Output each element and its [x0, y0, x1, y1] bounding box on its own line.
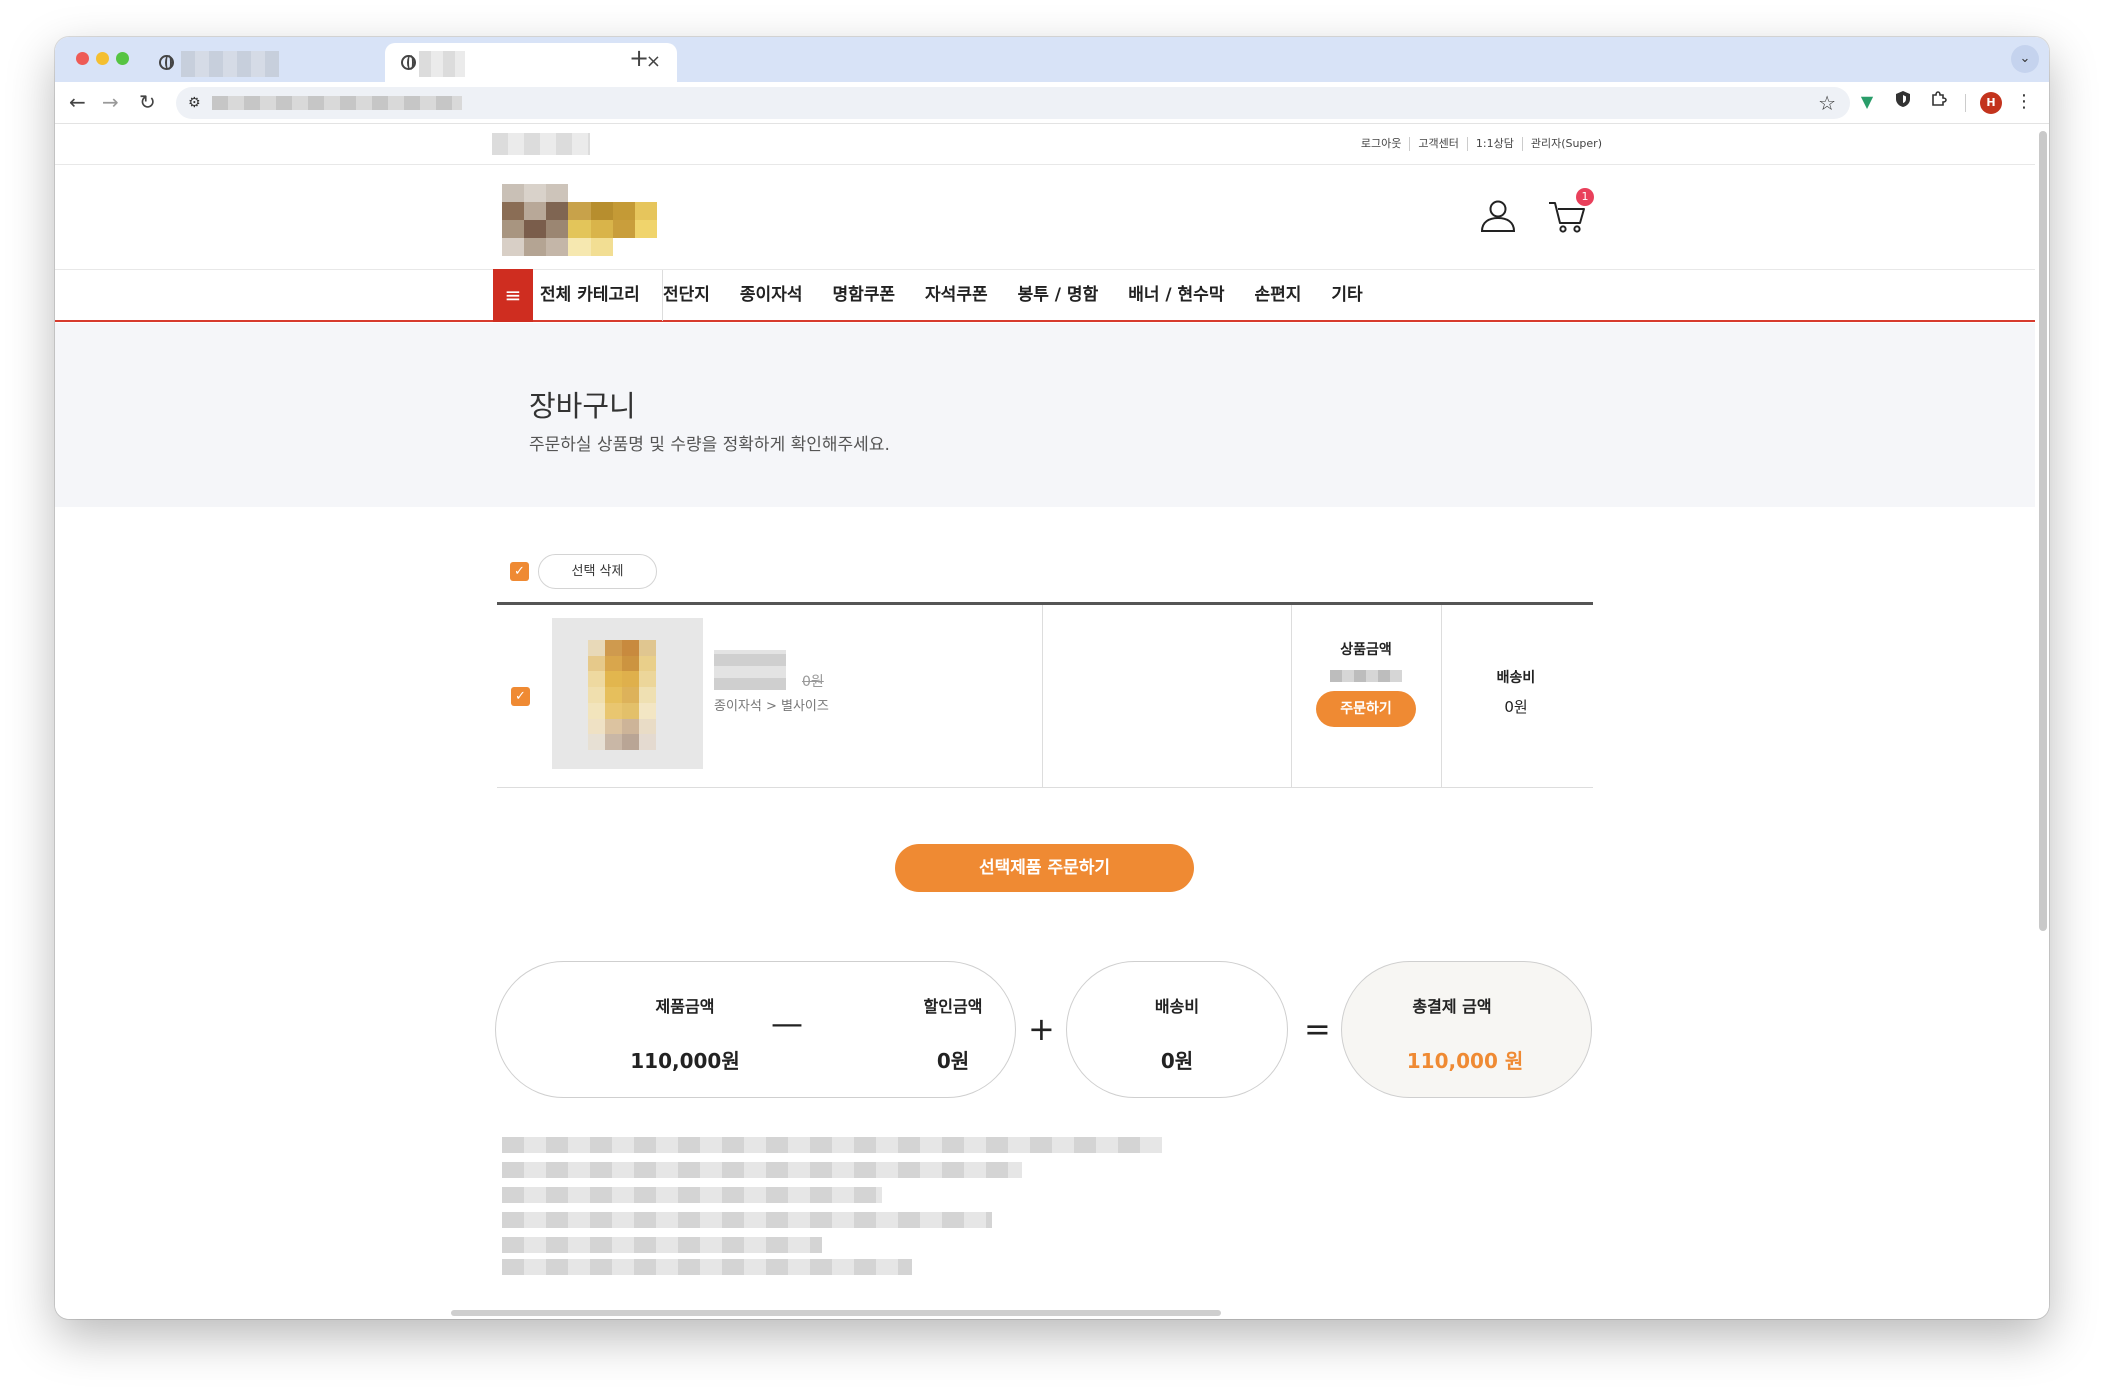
column-divider	[1291, 605, 1292, 788]
minimize-window-button[interactable]	[96, 52, 109, 65]
nav-item-flyer[interactable]: 전단지	[663, 270, 710, 320]
item-price-redacted	[1330, 670, 1402, 682]
vertical-scrollbar[interactable]	[2039, 131, 2047, 931]
total-value: 110,000 원	[1406, 1049, 1524, 1073]
equals-sign: =	[1304, 1010, 1331, 1048]
close-window-button[interactable]	[76, 52, 89, 65]
nav-item-handwritten-letter[interactable]: 손편지	[1254, 270, 1301, 320]
total-pill	[1341, 961, 1592, 1098]
site-info-icon[interactable]: ⚙	[188, 93, 201, 113]
order-selected-button[interactable]: 선택제품 주문하기	[895, 844, 1194, 892]
tab-title-redacted	[419, 51, 465, 77]
shipping-label: 배송비	[1154, 997, 1200, 1016]
zoom-window-button[interactable]	[116, 52, 129, 65]
address-bar[interactable]: ⚙ ☆	[176, 87, 1850, 119]
nav-item-paper-magnet[interactable]: 종이자석	[740, 270, 803, 320]
tab-strip: × × + ⌄	[55, 37, 2049, 82]
plus-sign: +	[1028, 1010, 1055, 1048]
globe-icon	[401, 55, 416, 70]
page-hero: 장바구니 주문하실 상품명 및 수량을 정확하게 확인해주세요.	[55, 323, 2035, 507]
nav-item-banner[interactable]: 배너 / 현수막	[1128, 270, 1224, 320]
select-all-checkbox[interactable]: ✓	[510, 562, 529, 581]
profile-avatar[interactable]: H	[1980, 92, 2002, 114]
new-tab-button[interactable]: +	[629, 43, 649, 73]
back-arrow-icon[interactable]: ←	[69, 88, 86, 116]
tab-title-redacted	[181, 51, 279, 77]
main-navigation: ≡ 전체 카테고리 전단지 종이자석 명함쿠폰 자석쿠폰 봉투 / 명함 배너 …	[55, 269, 2035, 322]
minus-sign: —	[771, 1004, 803, 1042]
product-original-price: 0원	[802, 674, 824, 690]
nav-item-magnet-coupon[interactable]: 자석쿠폰	[925, 270, 988, 320]
page-subtitle: 주문하실 상품명 및 수량을 정확하게 확인해주세요.	[529, 435, 890, 455]
user-account-icon[interactable]	[1479, 197, 1517, 235]
admin-link[interactable]: 관리자(Super)	[1521, 137, 1610, 151]
hamburger-menu-icon[interactable]: ≡	[493, 269, 533, 322]
browser-window: × × + ⌄ ← → ↻ ⚙ ☆ ▼ H ⋮	[55, 37, 2049, 1319]
amount-pill	[495, 961, 1016, 1098]
delete-selected-button[interactable]: 선택 삭제	[538, 554, 657, 589]
cart-count-badge: 1	[1576, 188, 1594, 206]
customer-center-link[interactable]: 고객센터	[1409, 137, 1466, 151]
reload-icon[interactable]: ↻	[139, 88, 156, 116]
nav-item-etc[interactable]: 기타	[1331, 270, 1362, 320]
item-shipping-header: 배송비	[1496, 670, 1536, 686]
nav-items: 전단지 종이자석 명함쿠폰 자석쿠폰 봉투 / 명함 배너 / 현수막 손편지 …	[663, 270, 1393, 320]
site-header: 1	[55, 165, 2035, 269]
product-image-redacted	[588, 640, 656, 750]
top-logo-redacted	[492, 133, 590, 155]
discount-value: 0원	[936, 1049, 970, 1073]
product-thumbnail[interactable]	[552, 618, 703, 769]
product-amount-value: 110,000원	[630, 1049, 740, 1073]
site-logo[interactable]	[502, 184, 657, 256]
cart-item-checkbox[interactable]: ✓	[511, 687, 530, 706]
order-item-button[interactable]: 주문하기	[1316, 691, 1416, 727]
vue-devtools-extension-icon[interactable]: ▼	[1855, 90, 1879, 114]
utility-bar: 로그아웃 고객센터 1:1상담 관리자(Super)	[55, 125, 2035, 165]
shipping-value: 0원	[1160, 1049, 1194, 1073]
tab-search-button[interactable]: ⌄	[2011, 45, 2039, 73]
product-amount-label: 제품금액	[655, 997, 715, 1016]
discount-label: 할인금액	[923, 997, 983, 1016]
page-title: 장바구니	[529, 389, 636, 423]
item-price-header: 상품금액	[1340, 642, 1392, 658]
nav-item-card-coupon[interactable]: 명함쿠폰	[832, 270, 895, 320]
horizontal-scrollbar[interactable]	[451, 1310, 1221, 1316]
logout-link[interactable]: 로그아웃	[1353, 137, 1409, 151]
product-category-path: 종이자석 > 별사이즈	[714, 699, 829, 714]
forward-arrow-icon[interactable]: →	[102, 88, 119, 116]
column-divider	[1042, 605, 1043, 788]
globe-icon	[159, 55, 174, 70]
cart-section: ✓ 선택 삭제 ✓ 0원 종이자석 > 별사이즈 상품금액 주문하기 배송비 0…	[55, 507, 2035, 1319]
product-name-redacted[interactable]	[714, 650, 786, 690]
all-categories-link[interactable]: 전체 카테고리	[540, 270, 663, 321]
url-redacted	[212, 96, 462, 110]
bookmark-star-icon[interactable]: ☆	[1818, 90, 1836, 116]
nav-item-envelope-card[interactable]: 봉투 / 명함	[1018, 270, 1099, 320]
extensions-puzzle-icon[interactable]	[1927, 90, 1951, 114]
browser-toolbar: ← → ↻ ⚙ ☆ ▼ H ⋮	[55, 82, 2049, 124]
item-shipping-value: 0원	[1504, 698, 1528, 716]
total-label: 총결제 금액	[1412, 997, 1492, 1016]
toolbar-divider	[1965, 94, 1966, 112]
inquiry-link[interactable]: 1:1상담	[1466, 137, 1522, 151]
page-viewport: 로그아웃 고객센터 1:1상담 관리자(Super) 1 ≡ 전체 카테고리 전…	[55, 125, 2049, 1319]
utility-links: 로그아웃 고객센터 1:1상담 관리자(Super)	[1353, 137, 1610, 151]
shipping-pill	[1066, 961, 1288, 1098]
shield-extension-icon[interactable]	[1891, 90, 1915, 114]
browser-menu-icon[interactable]: ⋮	[2015, 90, 2033, 114]
